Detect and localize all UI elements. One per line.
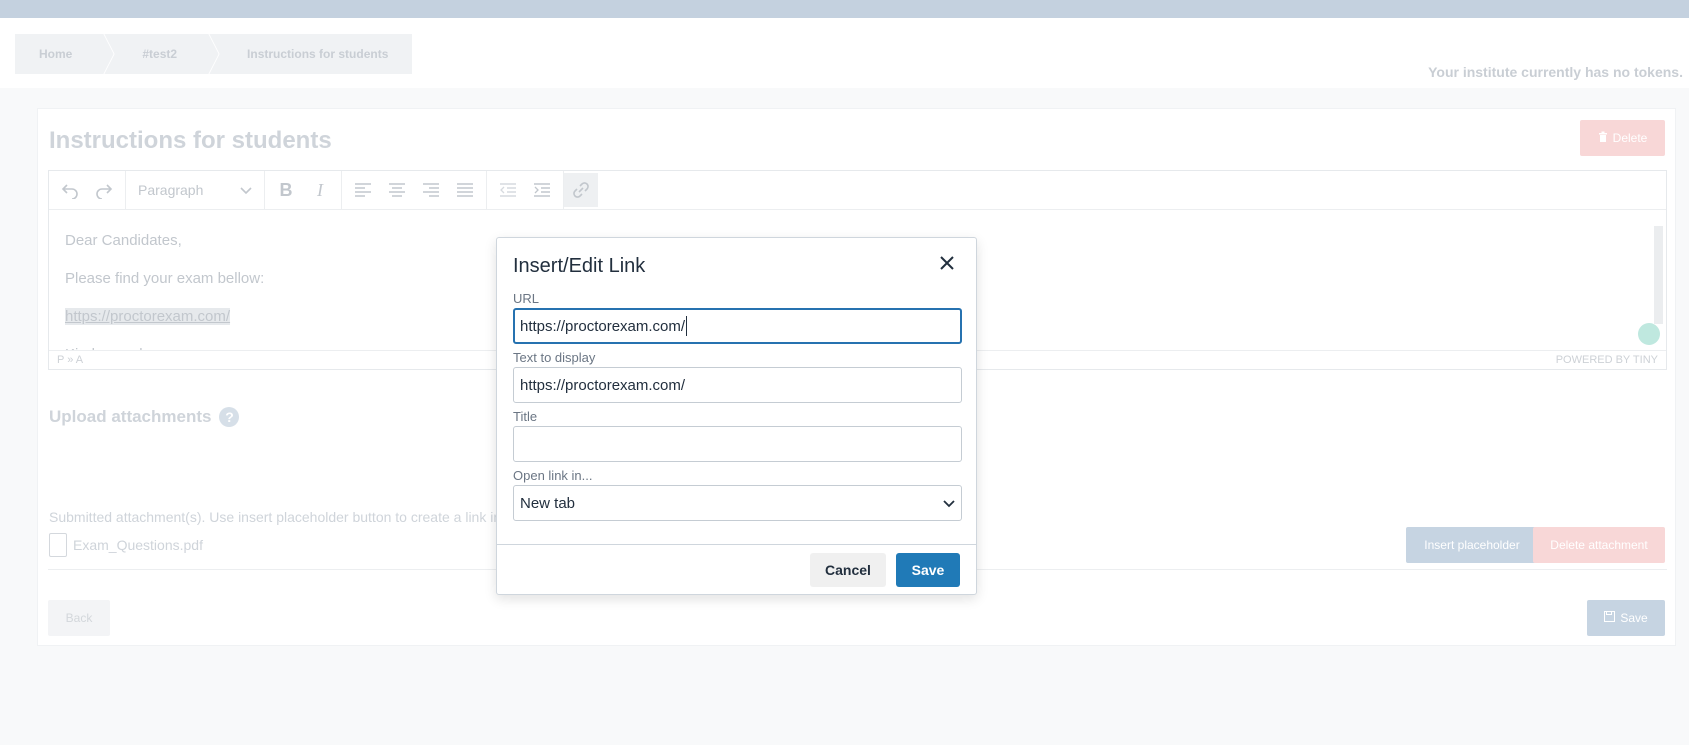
url-value: https://proctorexam.com/ [520,317,686,335]
title-label: Title [513,409,538,424]
insert-link-dialog: Insert/Edit Link URL https://proctorexam… [496,237,977,595]
text-to-display-input[interactable]: https://proctorexam.com/ [513,367,962,403]
open-link-in-label: Open link in... [513,468,593,483]
dialog-footer: Cancel Save [497,544,976,594]
text-caret [686,316,688,336]
close-icon[interactable] [936,252,958,274]
chevron-down-icon [943,495,955,512]
dialog-title: Insert/Edit Link [513,255,646,277]
text-to-display-label: Text to display [513,350,596,365]
title-input[interactable] [513,426,962,462]
save-button[interactable]: Save [896,552,960,587]
url-label: URL [513,291,540,306]
open-link-in-value: New tab [520,494,576,512]
url-input[interactable]: https://proctorexam.com/ [513,308,962,344]
cancel-button[interactable]: Cancel [810,552,886,587]
open-link-in-select[interactable]: New tab [513,485,962,521]
text-to-display-value: https://proctorexam.com/ [520,376,686,394]
